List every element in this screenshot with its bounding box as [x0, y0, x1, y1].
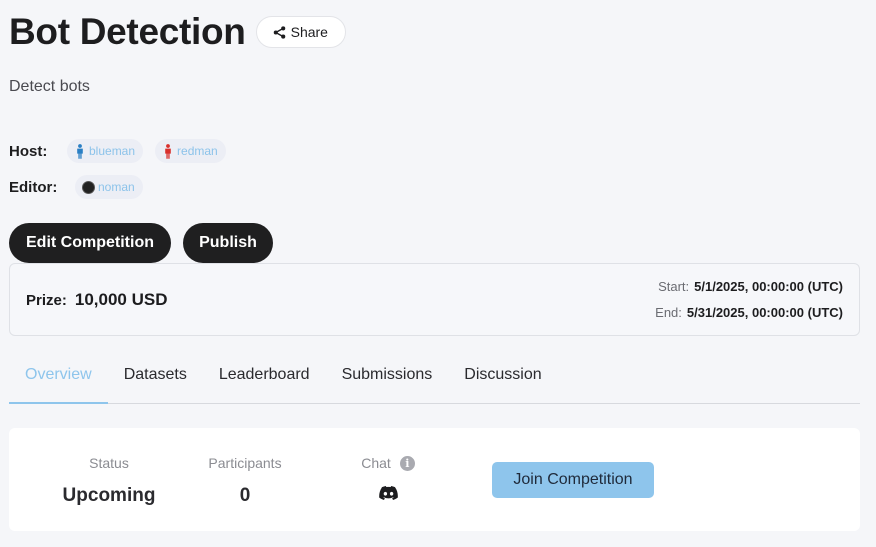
end-label: End: — [655, 305, 682, 320]
editor-row: Editor: noman — [9, 175, 155, 199]
prize-card: Prize: 10,000 USD Start: 5/1/2025, 00:00… — [9, 263, 860, 336]
participants-value: 0 — [239, 485, 251, 506]
share-icon — [273, 25, 285, 39]
status-stat: Status Upcoming — [49, 454, 169, 507]
host-name: redman — [177, 144, 218, 158]
info-icon[interactable]: i — [399, 455, 415, 471]
prize-info: Prize: 10,000 USD — [26, 290, 167, 310]
tab-leaderboard[interactable]: Leaderboard — [203, 357, 326, 403]
tab-bar: Overview Datasets Leaderboard Submission… — [9, 357, 860, 404]
tab-overview[interactable]: Overview — [9, 357, 108, 404]
discord-link[interactable] — [329, 486, 447, 500]
participants-stat: Participants 0 — [185, 454, 305, 507]
stats-card: Status Upcoming Participants 0 Chat i Jo… — [9, 428, 860, 531]
publish-button[interactable]: Publish — [183, 223, 273, 263]
tab-submissions[interactable]: Submissions — [326, 357, 449, 403]
editor-label: Editor: — [9, 178, 58, 196]
host-name: blueman — [89, 144, 136, 158]
discord-icon — [378, 486, 398, 500]
chat-label: Chat — [361, 455, 391, 471]
edit-competition-button[interactable]: Edit Competition — [9, 223, 171, 263]
join-competition-button[interactable]: Join Competition — [492, 462, 654, 498]
status-value: Upcoming — [62, 485, 156, 506]
participants-label: Participants — [208, 455, 282, 471]
host-chip-blueman[interactable]: blueman — [67, 139, 144, 163]
title-row: Bot Detection Share — [9, 10, 346, 54]
person-icon — [74, 143, 86, 159]
person-icon — [162, 143, 174, 159]
prize-label: Prize: — [26, 292, 67, 309]
start-value: 5/1/2025, 00:00:00 (UTC) — [694, 279, 843, 294]
page-title: Bot Detection — [9, 11, 246, 52]
prize-value: 10,000 USD — [74, 290, 168, 309]
page-subtitle: Detect bots — [9, 78, 90, 95]
editor-chip-noman[interactable]: noman — [75, 175, 143, 199]
share-button[interactable]: Share — [255, 16, 346, 48]
end-value: 5/31/2025, 00:00:00 (UTC) — [686, 305, 843, 320]
end-date-row: End: 5/31/2025, 00:00:00 (UTC) — [655, 305, 843, 320]
tab-datasets[interactable]: Datasets — [108, 357, 203, 403]
chat-stat: Chat i — [329, 454, 447, 500]
host-label: Host: — [9, 142, 48, 160]
start-label: Start: — [658, 279, 690, 294]
host-row: Host: blueman redman — [9, 139, 238, 163]
share-label: Share — [290, 24, 328, 40]
editor-name: noman — [98, 180, 135, 194]
status-label: Status — [89, 455, 129, 471]
action-buttons: Edit Competition Publish — [9, 223, 273, 263]
tab-discussion[interactable]: Discussion — [448, 357, 557, 403]
chat-label-row: Chat i — [329, 454, 447, 472]
avatar-icon — [82, 180, 95, 194]
start-date-row: Start: 5/1/2025, 00:00:00 (UTC) — [658, 279, 843, 294]
host-chip-redman[interactable]: redman — [155, 139, 226, 163]
